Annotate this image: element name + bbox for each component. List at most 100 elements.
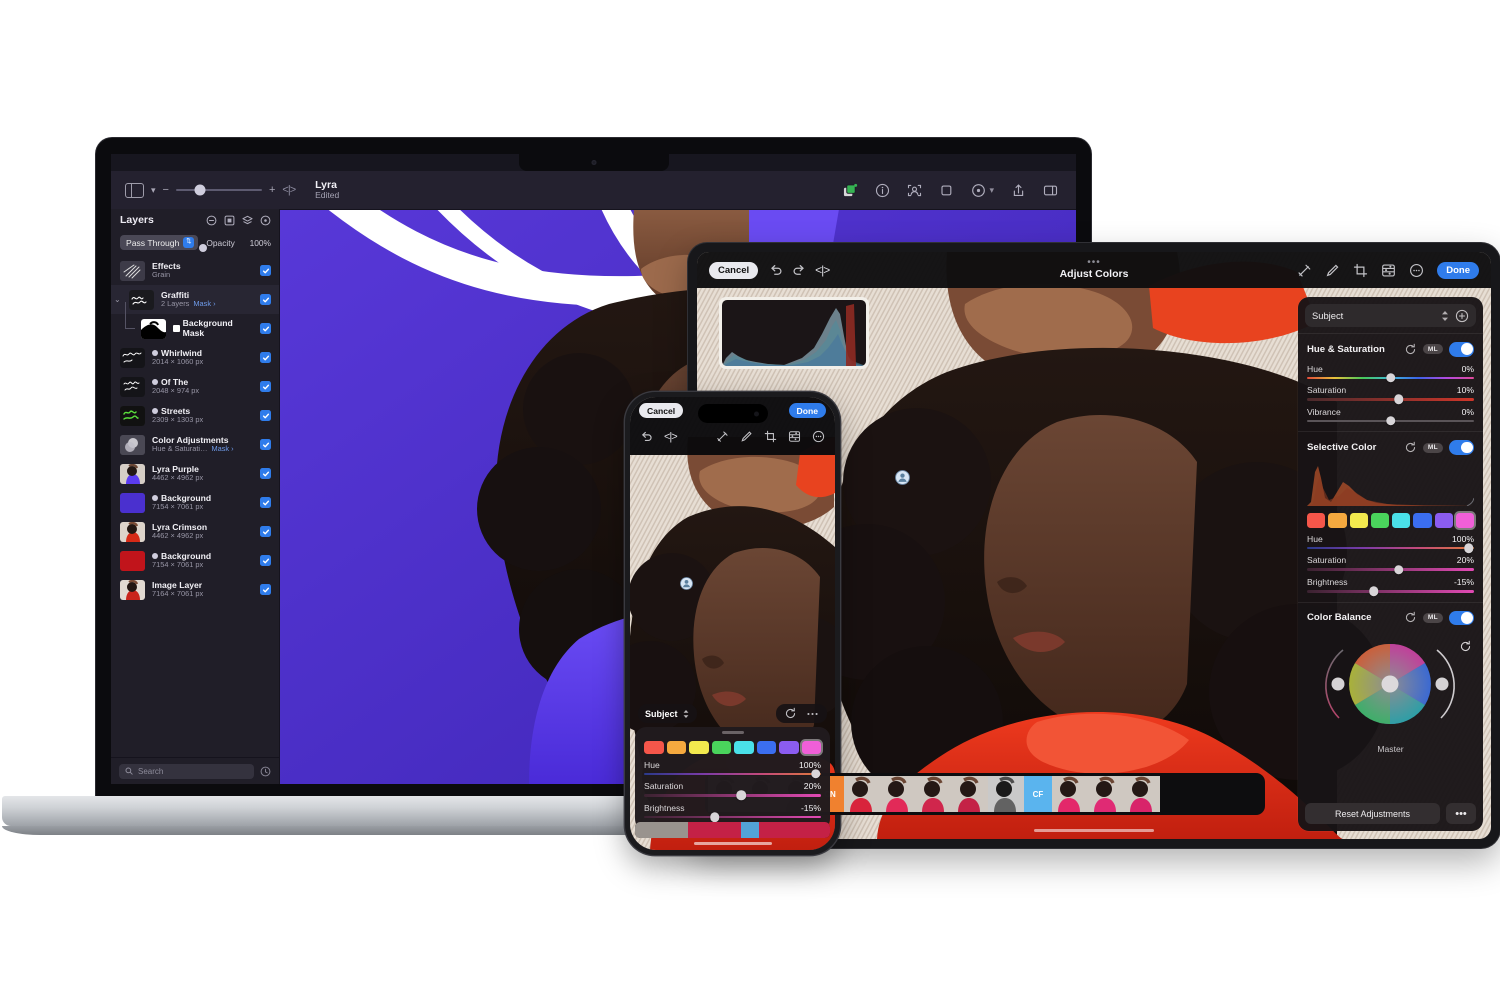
layers-list[interactable]: Effects Grain ⌄ Graffiti 2 Layers Mask › Backg… [111,256,279,757]
opacity-knob[interactable] [199,243,208,252]
remove-layer-icon[interactable] [206,215,217,226]
zoom-in-label[interactable]: + [269,184,275,196]
layer-row[interactable]: Image Layer 7164 × 7061 px [111,575,279,604]
slider-track[interactable] [644,812,821,822]
layer-row[interactable]: Whirlwind 2014 × 1060 px [111,343,279,372]
filter-thumbnail[interactable] [1124,776,1160,812]
slider-track[interactable] [1307,394,1474,405]
slider-knob[interactable] [1385,373,1396,383]
color-swatch[interactable] [711,740,731,754]
compare-icon[interactable]: <|> [664,431,678,443]
color-swatch[interactable] [756,740,776,754]
layer-visibility-checkbox[interactable] [260,294,271,305]
slider-knob[interactable] [1385,416,1396,426]
filter-thumbnail[interactable] [812,822,830,838]
filter-icon[interactable] [260,766,271,777]
layer-visibility-checkbox[interactable] [260,410,271,421]
reset-icon[interactable] [784,707,797,720]
filter-thumbnail[interactable] [723,822,742,838]
reset-adjustments-button[interactable]: Reset Adjustments [1305,803,1440,824]
slider-track[interactable] [1307,543,1474,553]
layer-row[interactable]: Lyra Purple 4462 × 4962 px [111,459,279,488]
up-down-chevron-icon[interactable] [1440,310,1450,322]
slider-row[interactable]: Saturation 20% [1307,555,1474,575]
redo-icon[interactable] [792,263,806,277]
slider-row[interactable]: Brightness -15% [644,803,821,822]
mask-icon[interactable] [224,215,235,226]
color-wheel[interactable] [1307,632,1474,742]
person-badge-icon[interactable] [680,577,693,590]
more-circle-icon[interactable] [812,430,825,443]
done-button[interactable]: Done [1437,261,1479,279]
info-icon[interactable] [875,183,890,198]
brush-icon[interactable] [740,430,753,443]
zoom-slider[interactable]: − + [163,184,276,196]
layer-row[interactable]: Of The 2048 × 974 px [111,372,279,401]
color-swatches[interactable] [1307,512,1474,528]
color-swatch[interactable] [1328,512,1347,528]
ml-badge[interactable]: ML [1422,612,1443,623]
color-swatch[interactable] [644,740,664,754]
slider-row[interactable]: Hue 100% [1307,534,1474,553]
slider-knob[interactable] [1394,564,1404,575]
slider-track[interactable] [1307,564,1474,575]
color-swatch[interactable] [666,740,686,754]
undo-icon[interactable] [640,430,653,443]
slider-knob[interactable] [1464,543,1474,553]
filter-thumbnail[interactable] [688,822,706,838]
layer-visibility-checkbox[interactable] [260,468,271,479]
color-swatch[interactable] [1370,512,1389,528]
color-swatch[interactable] [734,740,754,754]
section-toggle[interactable] [1449,610,1474,626]
layer-visibility-checkbox[interactable] [260,323,271,334]
inspector-icon[interactable] [1043,183,1058,198]
layer-row[interactable]: Effects Grain [111,256,279,285]
layer-row[interactable]: ⌄ Graffiti 2 Layers Mask › [111,285,279,314]
filter-thumbnail[interactable] [794,822,813,838]
color-swatch[interactable] [1413,512,1432,528]
slider-knob[interactable] [710,812,720,822]
color-swatch[interactable] [1434,512,1453,528]
ml-badge[interactable]: ML [1422,442,1443,453]
plus-circle-icon[interactable] [1455,309,1469,323]
slider-row[interactable]: Saturation 10% [1307,385,1474,405]
slider-track[interactable] [1307,373,1474,383]
filter-thumbnail[interactable] [1052,776,1088,812]
filter-thumbnail[interactable] [1088,776,1124,812]
retouch-ml-icon[interactable] [1297,263,1312,278]
disclosure-icon[interactable]: ⌄ [114,295,122,304]
more-dots-icon[interactable] [806,711,819,717]
more-options-button[interactable]: ••• [1446,803,1476,824]
add-layer-icon[interactable] [843,183,858,198]
slider-knob[interactable] [1394,394,1404,405]
filter-group-label[interactable]: CF [1024,776,1052,812]
layer-visibility-checkbox[interactable] [260,555,271,566]
share-icon[interactable] [1011,183,1026,198]
crop-icon[interactable] [939,183,954,198]
filter-thumbnail[interactable] [988,776,1024,812]
slider-track[interactable] [1307,586,1474,597]
layer-visibility-checkbox[interactable] [260,381,271,392]
filter-thumbnail[interactable] [705,822,724,838]
adjust-icon[interactable]: ▾ [971,183,994,198]
up-down-chevron-icon[interactable] [682,709,690,719]
filter-thumbnail[interactable] [759,822,777,838]
layer-row[interactable]: Color Adjustments Hue & Saturati… Mask › [111,430,279,459]
more-circle-icon[interactable] [1409,263,1424,278]
sidebar-toggle-icon[interactable] [125,182,144,198]
zoom-out-label[interactable]: − [163,184,169,196]
crop-icon[interactable] [1353,263,1368,278]
color-swatch[interactable] [1455,512,1474,528]
layer-visibility-checkbox[interactable] [260,265,271,276]
done-button[interactable]: Done [788,403,826,418]
layer-mask-link[interactable]: Mask › [193,299,215,308]
filter-thumbnail[interactable] [741,822,760,838]
slider-knob[interactable] [810,769,821,779]
color-swatch[interactable] [1307,512,1326,528]
reset-icon[interactable] [1404,343,1417,356]
subject-select-icon[interactable] [907,183,922,198]
search-input[interactable]: Search [119,763,254,779]
filter-thumbnail[interactable] [670,822,689,838]
color-swatch[interactable] [1392,512,1411,528]
filter-thumbnail[interactable] [880,776,916,812]
